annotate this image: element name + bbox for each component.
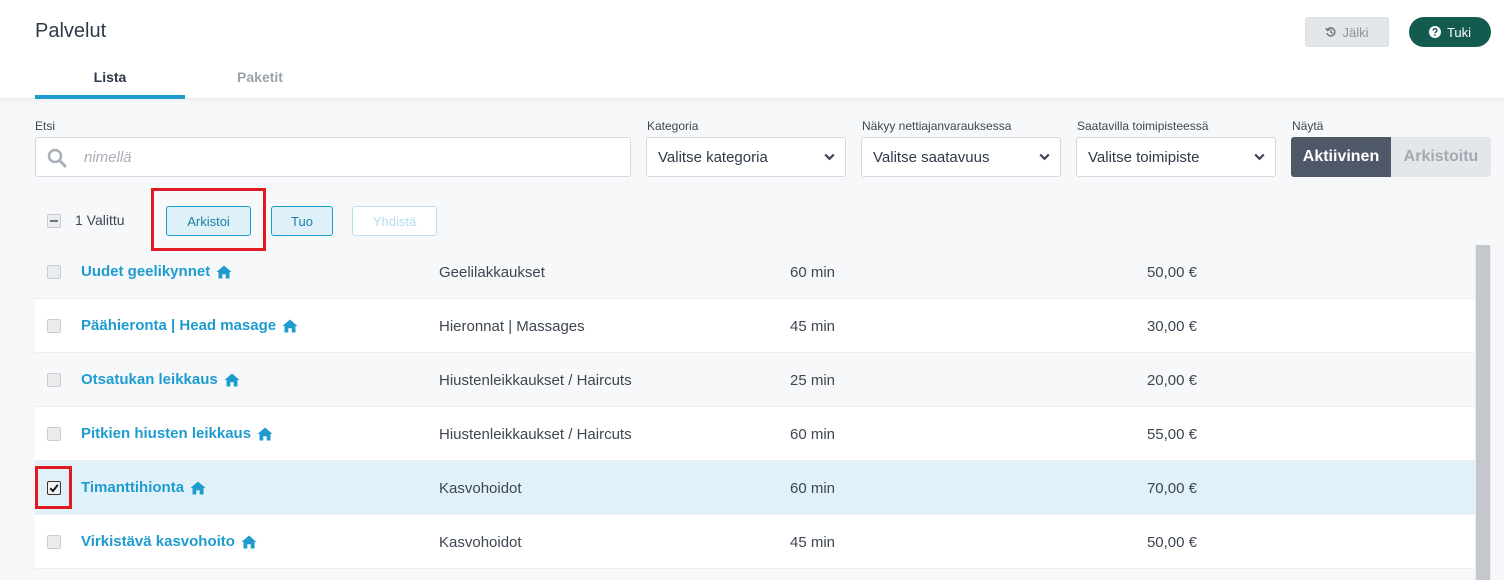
- help-button-label: Tuki: [1446, 24, 1472, 40]
- availability-label: Näkyy nettiajanvarauksessa: [862, 119, 1012, 133]
- checkmark-icon: [49, 484, 59, 493]
- chevron-down-icon: [824, 153, 835, 161]
- home-icon: [216, 265, 232, 278]
- tab-paketit[interactable]: Paketit: [185, 60, 335, 99]
- service-category: Geelilakkaukset: [439, 264, 545, 281]
- table-row[interactable]: Virkistävä kasvohoito Kasvohoidot 45 min…: [35, 515, 1475, 569]
- row-checkbox[interactable]: [47, 319, 61, 333]
- service-name-link[interactable]: Päähieronta | Head masage: [81, 317, 298, 334]
- category-select[interactable]: Valitse kategoria: [646, 137, 846, 177]
- search-icon: [47, 148, 67, 168]
- merge-button[interactable]: Yhdistä: [352, 206, 437, 236]
- category-label: Kategoria: [647, 119, 699, 133]
- question-circle-icon: [1428, 26, 1441, 38]
- import-button[interactable]: Tuo: [271, 206, 333, 236]
- services-table: Uudet geelikynnet Geelilakkaukset 60 min…: [35, 245, 1475, 569]
- service-duration: 25 min: [790, 372, 836, 389]
- service-name-link[interactable]: Uudet geelikynnet: [81, 263, 232, 280]
- row-checkbox[interactable]: [47, 535, 61, 549]
- service-name: Timanttihionta: [81, 479, 185, 496]
- table-row[interactable]: Uudet geelikynnet Geelilakkaukset 60 min…: [35, 245, 1475, 299]
- home-icon: [241, 535, 257, 548]
- home-icon: [257, 427, 273, 440]
- search-input[interactable]: [84, 138, 624, 176]
- service-name: Pitkien hiusten leikkaus: [81, 425, 252, 442]
- service-name: Päähieronta | Head masage: [81, 317, 277, 334]
- service-name: Virkistävä kasvohoito: [81, 533, 235, 550]
- home-icon: [190, 481, 206, 494]
- service-price: 70,00 €: [1146, 480, 1197, 497]
- history-icon: [1325, 27, 1337, 37]
- row-checkbox[interactable]: [47, 373, 61, 387]
- service-name-link[interactable]: Virkistävä kasvohoito: [81, 533, 257, 550]
- page-title: Palvelut: [35, 20, 107, 42]
- service-category: Hiustenleikkaukset / Haircuts: [439, 372, 632, 389]
- service-category: Kasvohoidot: [439, 480, 522, 497]
- show-label: Näytä: [1292, 119, 1324, 133]
- location-label: Saatavilla toimipisteessä: [1077, 119, 1209, 133]
- home-icon: [282, 319, 298, 332]
- service-name: Otsatukan leikkaus: [81, 371, 218, 388]
- table-row[interactable]: Otsatukan leikkaus Hiustenleikkaukset / …: [35, 353, 1475, 407]
- tab-lista[interactable]: Lista: [35, 60, 185, 99]
- service-category: Hieronnat | Massages: [439, 318, 585, 335]
- service-price: 30,00 €: [1146, 318, 1197, 335]
- category-select-value: Valitse kategoria: [658, 148, 768, 166]
- service-price: 50,00 €: [1146, 534, 1197, 551]
- chevron-down-icon: [1039, 153, 1050, 161]
- archive-button[interactable]: Arkistoi: [166, 206, 251, 236]
- service-price: 55,00 €: [1146, 426, 1197, 443]
- location-select-value: Valitse toimipiste: [1088, 148, 1200, 166]
- chevron-down-icon: [1254, 153, 1265, 161]
- row-checkbox[interactable]: [47, 265, 61, 279]
- top-bar: Palvelut Jälki Tuki Lista Paketit: [0, 0, 1504, 99]
- selected-count: 1 Valittu: [75, 212, 125, 228]
- service-name-link[interactable]: Otsatukan leikkaus: [81, 371, 240, 388]
- table-row[interactable]: Timanttihionta Kasvohoidot 60 min 70,00 …: [35, 461, 1475, 515]
- table-row[interactable]: Pitkien hiusten leikkaus Hiustenleikkauk…: [35, 407, 1475, 461]
- service-category: Kasvohoidot: [439, 534, 522, 551]
- select-all-checkbox[interactable]: [47, 214, 61, 228]
- history-button[interactable]: Jälki: [1305, 17, 1389, 47]
- service-duration: 45 min: [790, 318, 836, 335]
- service-price: 50,00 €: [1146, 264, 1197, 281]
- table-scrollbar[interactable]: [1475, 245, 1491, 580]
- show-archived-toggle[interactable]: Arkistoitu: [1391, 137, 1491, 177]
- row-checkbox[interactable]: [47, 427, 61, 441]
- help-button[interactable]: Tuki: [1409, 17, 1491, 47]
- search-label: Etsi: [35, 119, 56, 133]
- table-row[interactable]: Päähieronta | Head masage Hieronnat | Ma…: [35, 299, 1475, 353]
- service-price: 20,00 €: [1146, 372, 1197, 389]
- availability-select[interactable]: Valitse saatavuus: [861, 137, 1061, 177]
- home-icon: [224, 373, 240, 386]
- availability-select-value: Valitse saatavuus: [873, 148, 990, 166]
- service-name: Uudet geelikynnet: [81, 263, 211, 280]
- service-name-link[interactable]: Pitkien hiusten leikkaus: [81, 425, 273, 442]
- location-select[interactable]: Valitse toimipiste: [1076, 137, 1276, 177]
- service-duration: 45 min: [790, 534, 836, 551]
- service-duration: 60 min: [790, 264, 836, 281]
- show-active-toggle[interactable]: Aktiivinen: [1291, 137, 1391, 177]
- service-duration: 60 min: [790, 480, 836, 497]
- history-button-label: Jälki: [1342, 24, 1369, 40]
- service-duration: 60 min: [790, 426, 836, 443]
- search-field[interactable]: [35, 137, 631, 177]
- service-name-link[interactable]: Timanttihionta: [81, 479, 206, 496]
- bulk-action-bar: 1 Valittu Arkistoi Tuo Yhdistä: [35, 195, 1491, 245]
- service-category: Hiustenleikkaukset / Haircuts: [439, 426, 632, 443]
- scrollbar-thumb[interactable]: [1476, 245, 1490, 580]
- row-checkbox[interactable]: [47, 481, 61, 495]
